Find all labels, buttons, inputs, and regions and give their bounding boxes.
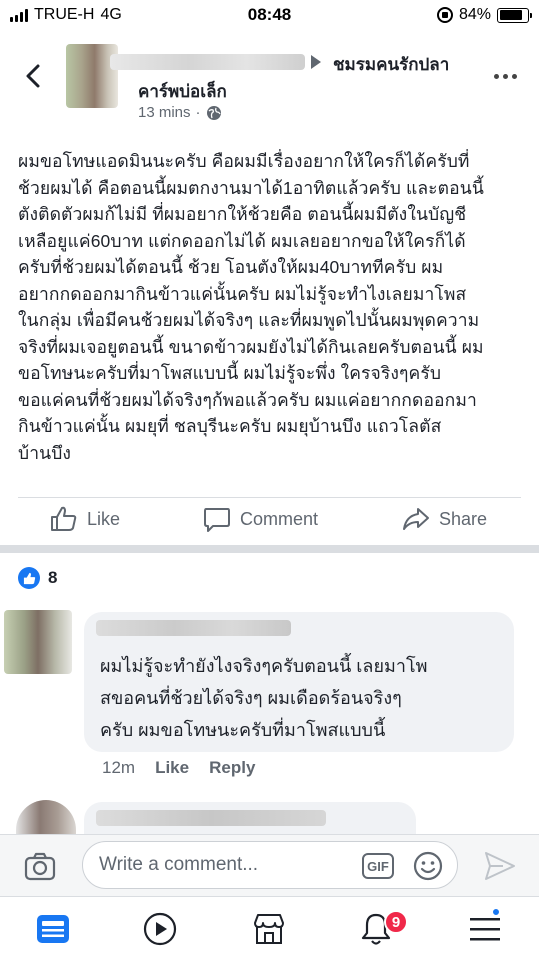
- like-label: Like: [87, 508, 121, 529]
- commenter-avatar-2[interactable]: [16, 800, 76, 836]
- comment-composer: GIF: [0, 834, 539, 896]
- more-options-icon[interactable]: [494, 74, 517, 79]
- post-actions: Like Comment Share: [0, 498, 539, 544]
- nav-news-feed[interactable]: [35, 911, 71, 947]
- menu-indicator-dot: [491, 907, 501, 917]
- comment-input[interactable]: [82, 841, 458, 889]
- news-feed-icon: [37, 915, 69, 943]
- gif-button[interactable]: GIF: [362, 853, 394, 879]
- post-timestamp[interactable]: 13 mins: [138, 104, 191, 121]
- comment-bubble-icon: [204, 508, 230, 532]
- globe-icon: [206, 105, 221, 120]
- section-separator: [0, 545, 539, 553]
- post-meta: 13 mins ·: [138, 104, 222, 121]
- watch-icon: [143, 912, 177, 946]
- share-arrow-icon: [403, 508, 429, 530]
- battery-fill: [499, 10, 523, 20]
- post-text: ผมขอโทษแอดมินนะครับ คือผมมีเรื่องอยากให้…: [18, 151, 484, 463]
- reaction-count: 8: [48, 568, 58, 587]
- status-right: 84%: [436, 6, 532, 24]
- comment-time: 12m: [102, 758, 136, 777]
- camera-icon[interactable]: [23, 849, 57, 883]
- rotation-lock-icon: [436, 7, 453, 23]
- author-avatar[interactable]: [66, 44, 118, 108]
- author-name-redacted[interactable]: [110, 54, 305, 70]
- marketplace-icon: [254, 914, 284, 944]
- comment-like-link[interactable]: Like: [155, 758, 189, 778]
- share-button[interactable]: Share: [402, 506, 487, 532]
- battery-percent: 84%: [458, 6, 491, 23]
- comment-button[interactable]: Comment: [203, 506, 318, 532]
- reaction-summary[interactable]: 8: [18, 567, 57, 589]
- nav-watch[interactable]: [142, 911, 178, 947]
- nav-marketplace[interactable]: [251, 911, 287, 947]
- menu-icon: [470, 918, 500, 941]
- meta-separator: ·: [195, 104, 201, 121]
- commenter-avatar[interactable]: [4, 610, 72, 674]
- comment-meta: 12m Like Reply: [102, 758, 255, 778]
- like-reaction-icon: [18, 567, 40, 589]
- group-name[interactable]: ชมรมคนรักปลา: [333, 51, 449, 78]
- status-bar: TRUE-H 4G 08:48 84%: [0, 0, 539, 32]
- back-icon[interactable]: [20, 62, 48, 90]
- like-button[interactable]: Like: [50, 506, 120, 532]
- comment-reply-link[interactable]: Reply: [209, 758, 255, 778]
- group-name-continued[interactable]: คาร์พบ่อเล็ก: [138, 78, 227, 105]
- commenter-name-redacted-2[interactable]: [96, 810, 326, 826]
- share-label: Share: [439, 508, 488, 529]
- notification-badge: 9: [384, 910, 408, 934]
- comment-label: Comment: [240, 508, 319, 529]
- send-icon[interactable]: [483, 850, 517, 882]
- thumbs-up-icon: [51, 506, 77, 531]
- arrow-right-icon: [311, 55, 321, 69]
- post-header: ชมรมคนรักปลา คาร์พบ่อเล็ก 13 mins ·: [0, 32, 539, 132]
- bottom-nav: [0, 896, 539, 960]
- commenter-name-redacted[interactable]: [96, 620, 291, 636]
- comment-text: ผมไม่รู้จะทำยังไงจริงๆครับตอนนี้ เลยมาโพ…: [100, 656, 428, 740]
- emoji-icon[interactable]: [413, 851, 443, 881]
- battery-icon: [497, 7, 532, 23]
